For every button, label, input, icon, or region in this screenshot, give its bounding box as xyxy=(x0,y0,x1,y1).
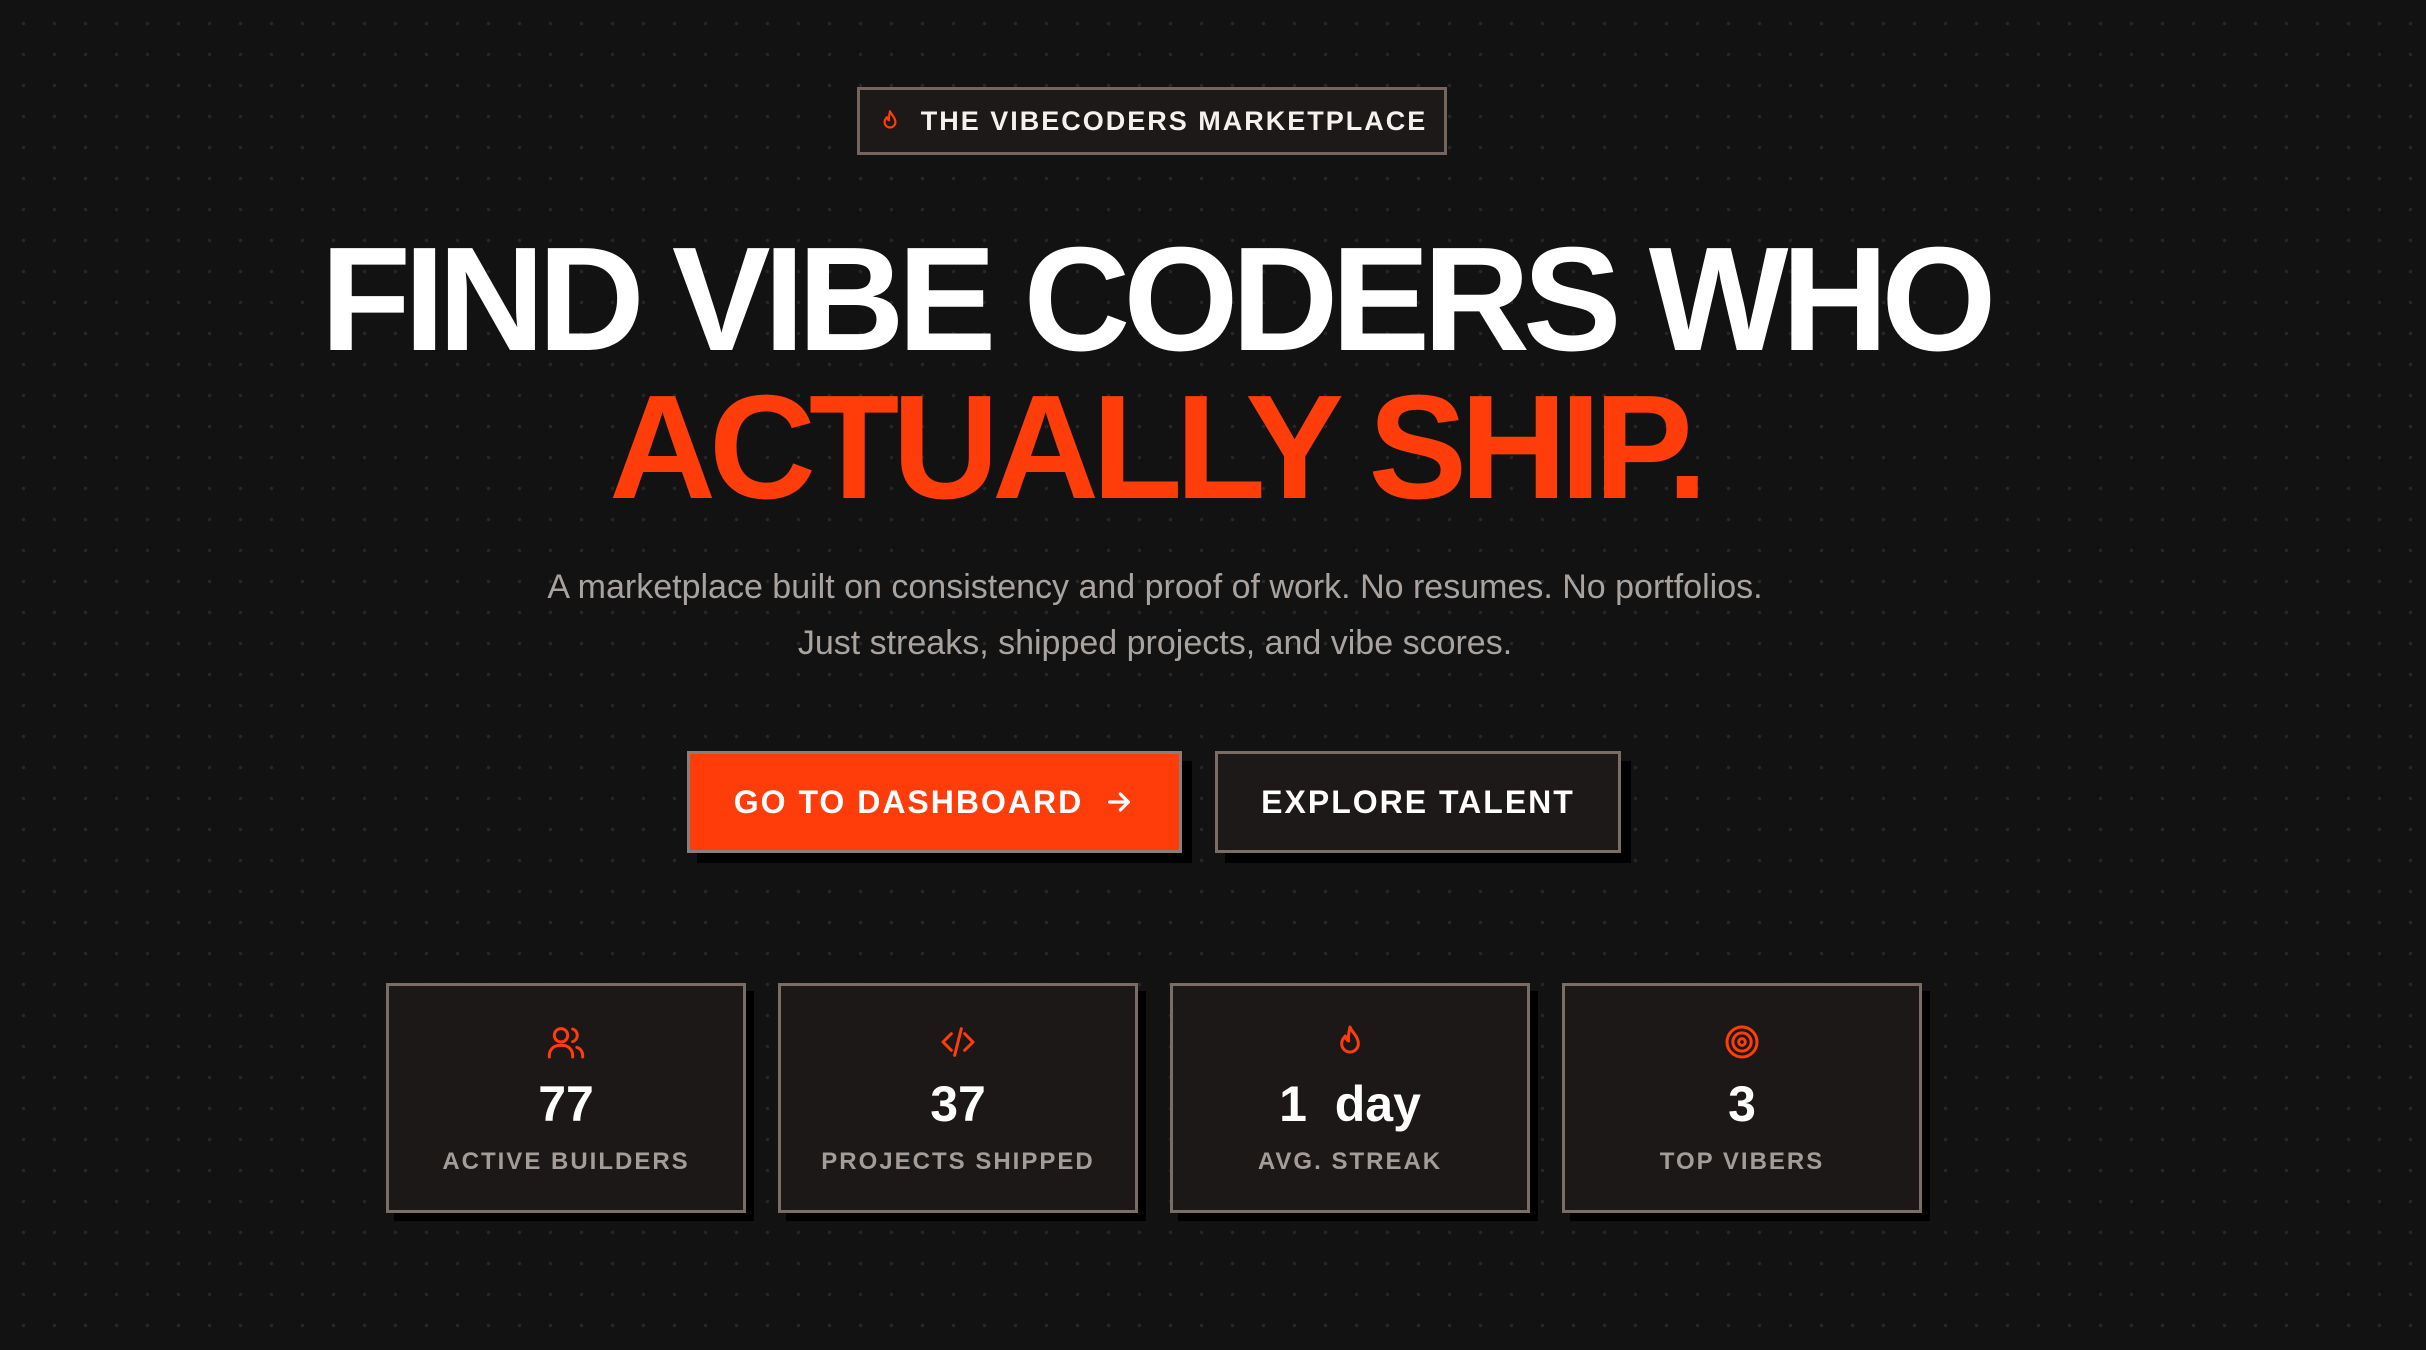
stat-card-avg-streak: 1 day AVG. STREAK xyxy=(1170,983,1530,1213)
users-icon xyxy=(389,1022,743,1062)
stat-value: 37 xyxy=(930,1076,986,1132)
stat-value: 77 xyxy=(538,1076,594,1132)
stat-label: AVG. STREAK xyxy=(1257,1148,1443,1175)
headline-accent: ACTUALLY SHIP. xyxy=(609,365,1708,530)
stat-label: PROJECTS SHIPPED xyxy=(821,1148,1095,1175)
headline-primary: FIND VIBE CODERS WHO xyxy=(320,217,1997,382)
stat-card-projects-shipped: 37 PROJECTS SHIPPED xyxy=(778,983,1138,1213)
stat-card-active-builders: 77 ACTIVE BUILDERS xyxy=(386,983,746,1213)
stat-value: 3 xyxy=(1728,1076,1756,1132)
go-to-dashboard-button[interactable]: GO TO DASHBOARD xyxy=(687,751,1182,853)
stat-value: 1 day xyxy=(1279,1076,1421,1132)
explore-talent-label: EXPLORE TALENT xyxy=(1261,783,1575,820)
flame-icon xyxy=(877,108,903,134)
stat-label: TOP VIBERS xyxy=(1659,1148,1825,1175)
arrow-right-icon xyxy=(1103,786,1135,818)
subtitle-line-2: Just streaks, shipped projects, and vibe… xyxy=(797,624,1513,662)
marketplace-badge: THE VIBECODERS MARKETPLACE xyxy=(857,87,1447,155)
explore-talent-button[interactable]: EXPLORE TALENT xyxy=(1215,751,1621,853)
badge-label: THE VIBECODERS MARKETPLACE xyxy=(920,105,1428,136)
flame-icon xyxy=(1173,1022,1527,1062)
stat-label: ACTIVE BUILDERS xyxy=(442,1148,690,1175)
target-icon xyxy=(1565,1022,1919,1062)
stat-card-top-vibers: 3 TOP VIBERS xyxy=(1562,983,1922,1213)
subtitle-line-1: A marketplace built on consistency and p… xyxy=(547,568,1763,606)
code-icon xyxy=(781,1022,1135,1062)
go-to-dashboard-label: GO TO DASHBOARD xyxy=(733,783,1084,820)
